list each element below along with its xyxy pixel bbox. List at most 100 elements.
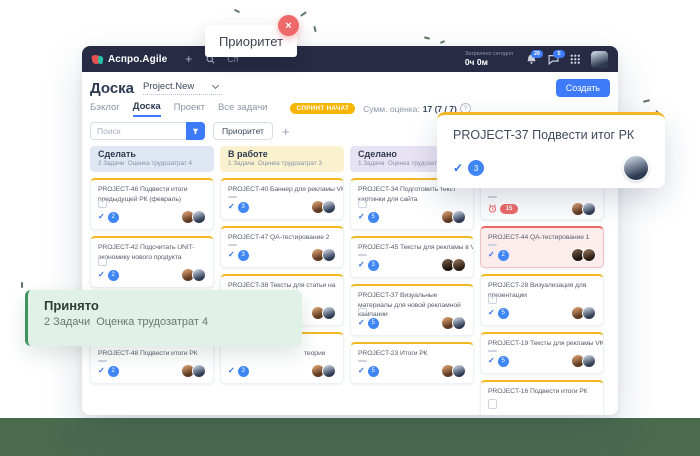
time-label: Затрачено сегодня	[465, 51, 513, 58]
avatar-group	[444, 364, 466, 378]
add-filter-icon[interactable]: +	[282, 125, 290, 138]
subtasks-icon	[358, 254, 367, 256]
card-footer: ✓5	[358, 210, 466, 224]
avatar-group	[314, 364, 336, 378]
column-meta: 1 Задача Оценка трудозатрат 3	[228, 160, 336, 168]
card-footer: ✓5	[488, 306, 596, 320]
kanban-card[interactable]: PROJECT-42 Подсчитать UNIT-экономику нов…	[90, 236, 214, 288]
create-button[interactable]: Создать	[556, 79, 610, 97]
avatar-group	[574, 248, 596, 262]
page-bottom-band	[0, 418, 700, 456]
add-icon[interactable]: +	[185, 53, 192, 65]
card-footer: ✓5	[358, 364, 466, 378]
avatar-group	[574, 354, 596, 368]
messages-badge: 5	[553, 50, 565, 58]
task-popup-title: PROJECT-37 Подвести итог РК	[453, 128, 649, 142]
sprint-status-badge: СПРИНТ НАЧАТ	[290, 103, 355, 114]
avatar	[322, 306, 336, 320]
decor-speck	[440, 40, 445, 44]
kanban-card[interactable]: PROJECT-46 Подвести итоги предыдущей РК …	[90, 178, 214, 230]
page-title: Доска	[90, 80, 134, 97]
kanban-card[interactable]: PROJECT-40 Баннер для рекламы VK✓3	[220, 178, 344, 220]
notifications-bell-icon[interactable]: 26	[526, 54, 537, 65]
decor-speck	[234, 9, 240, 13]
points-badge: 3	[468, 160, 484, 176]
kanban-card[interactable]: PROJECT-45 Тексты для рекламы в VK✓3	[350, 236, 474, 278]
subtasks-icon	[488, 244, 497, 246]
avatar-group	[184, 364, 206, 378]
subtasks-icon	[488, 296, 497, 304]
avatar	[452, 364, 466, 378]
tab-board[interactable]: Доска	[133, 101, 161, 117]
kanban-card[interactable]: PROJECT-23 Итоги РК✓5	[350, 342, 474, 384]
points-badge: 5	[368, 212, 379, 223]
decor-speck	[21, 282, 23, 288]
board-name: Project.New	[143, 81, 194, 92]
card-footer: ✓2	[488, 248, 596, 262]
close-icon[interactable]: ×	[278, 15, 299, 36]
kanban-card[interactable]: PROJECT-16 Подвести итоги РК	[480, 380, 604, 415]
avatar	[452, 316, 466, 330]
points-badge: 3	[238, 202, 249, 213]
accepted-meta: 2 Задачи Оценка трудозатрат 4	[44, 316, 286, 328]
card-footer: ✓3	[358, 258, 466, 272]
kanban-card[interactable]: PROJECT-48 Подвести итоги РК✓2	[90, 342, 214, 384]
kanban-card[interactable]: PROJECT-28 Визуализация для презентации✓…	[480, 274, 604, 326]
avatar	[452, 258, 466, 272]
subtasks-icon	[488, 399, 497, 409]
priority-filter-chip[interactable]: Приоритет	[213, 122, 273, 140]
avatar-group	[314, 200, 336, 214]
card-footer: ✓2	[98, 364, 206, 378]
subtasks-icon	[98, 200, 107, 208]
card-title: PROJECT-19 Тексты для рекламы VK	[488, 339, 596, 348]
avatar-group	[574, 306, 596, 320]
apps-grid-icon[interactable]	[570, 54, 580, 64]
decor-speck	[424, 36, 430, 39]
filter-button[interactable]	[186, 122, 205, 140]
points-badge: 2	[108, 366, 119, 377]
page: Аспро.Agile + Сп Затрачено сегодня 0ч 0м…	[0, 0, 700, 456]
decor-speck	[300, 11, 307, 17]
avatar-group	[314, 248, 336, 262]
check-icon: ✓	[358, 367, 365, 375]
kanban-card[interactable]: PROJECT-19 Тексты для рекламы VK ✓5	[480, 332, 604, 374]
avatar	[192, 364, 206, 378]
kanban-column: Сделать2 Задачи Оценка трудозатрат 4PROJ…	[90, 146, 214, 390]
subtasks-icon	[358, 200, 367, 208]
points-badge: 3	[368, 260, 379, 271]
avatar-group	[184, 268, 206, 282]
app-window: Аспро.Agile + Сп Затрачено сегодня 0ч 0м…	[82, 46, 618, 415]
tab-project[interactable]: Проект	[174, 102, 205, 116]
brand-name: Аспро.Agile	[108, 54, 167, 65]
avatar	[582, 306, 596, 320]
card-footer: ✓5	[488, 354, 596, 368]
avatar	[192, 268, 206, 282]
messages-icon[interactable]: 5	[548, 54, 559, 65]
kanban-card[interactable]: PROJECT-37 Визуальные материалы для ново…	[350, 284, 474, 336]
kanban-card[interactable]: PROJECT-47 QA-тестирование 2✓3	[220, 226, 344, 268]
tab-all-tasks[interactable]: Все задачи	[218, 102, 268, 116]
card-title: PROJECT-37 Визуальные материалы для ново…	[358, 291, 466, 306]
card-title: PROJECT-16 Подвести итоги РК	[488, 387, 596, 397]
points-badge: 5	[368, 366, 379, 377]
avatar-group	[444, 258, 466, 272]
avatar	[582, 202, 596, 216]
avatar-group	[444, 316, 466, 330]
time-value: 0ч 0м	[465, 57, 513, 67]
task-card-popup[interactable]: PROJECT-37 Подвести итог РК ✓ 3	[437, 112, 665, 188]
avatar	[582, 248, 596, 262]
user-avatar[interactable]	[591, 51, 608, 68]
tab-backlog[interactable]: Бэклог	[90, 102, 120, 116]
check-icon: ✓	[453, 162, 463, 174]
column-title: В работе	[228, 149, 336, 160]
board-select[interactable]: Project.New	[143, 81, 222, 95]
brand-logo-icon	[92, 54, 103, 65]
points-badge: 5	[368, 318, 379, 329]
kanban-card[interactable]: PROJECT-44 QA-тестирование 1 ✓2	[480, 226, 604, 268]
card-title: PROJECT-47 QA-тестирование 2	[228, 233, 336, 242]
points-badge: 5	[498, 308, 509, 319]
search-input[interactable]	[90, 122, 186, 140]
subtasks-icon	[488, 196, 497, 198]
card-title: PROJECT-44 QA-тестирование 1	[488, 233, 596, 242]
avatar	[322, 200, 336, 214]
